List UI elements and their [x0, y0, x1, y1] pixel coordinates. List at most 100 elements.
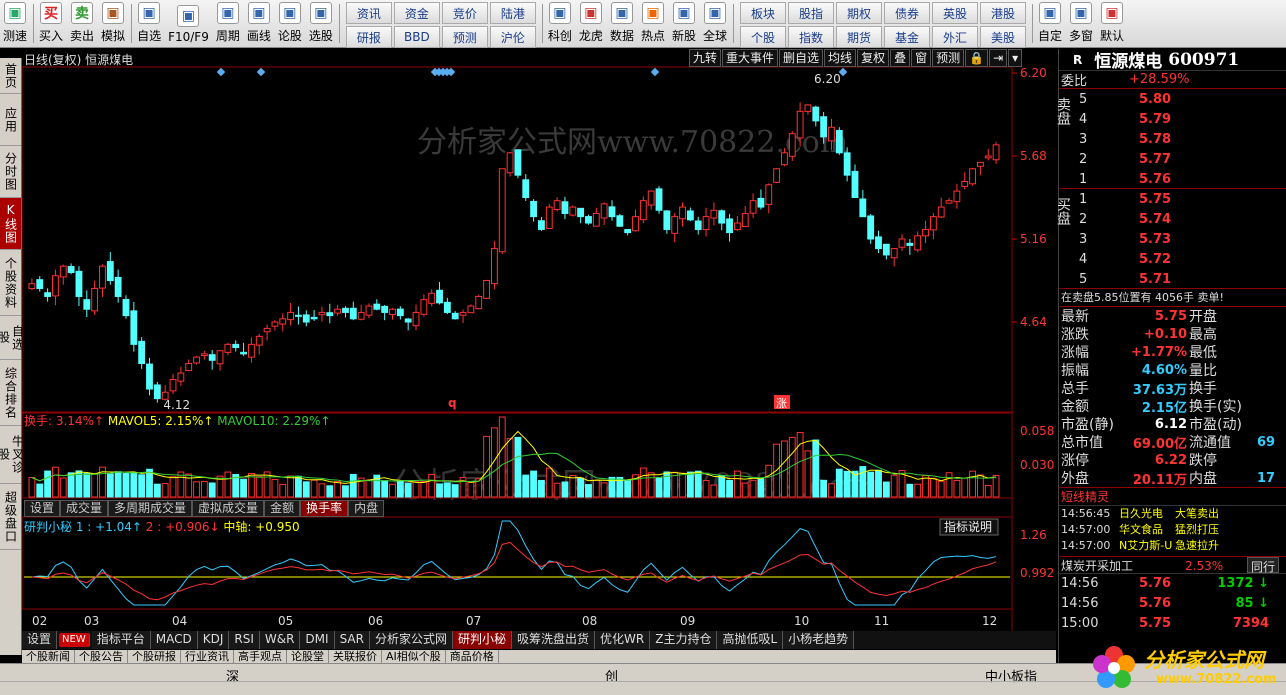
indicator-tab-15[interactable]: 小杨老趋势	[783, 631, 855, 649]
toolbar-btn-5[interactable]: ▣ F10/F9	[165, 0, 213, 47]
toolbar-grid-b-item[interactable]: 个股	[740, 26, 786, 48]
vol-tab-5[interactable]: 换手率	[300, 500, 349, 517]
toolbar-grid-b-item[interactable]: 股指	[788, 2, 834, 24]
toolbar-right-btn-1[interactable]: ▣ 多窗	[1066, 0, 1097, 47]
status-zxb[interactable]: 中小板指	[985, 666, 1037, 685]
left-tab-5[interactable]: 自选股	[0, 316, 25, 360]
toolbar-mid-btn-5[interactable]: ▣ 全球	[700, 0, 731, 47]
indicator-tab-6[interactable]: W&R	[259, 631, 301, 649]
toolbar-btn-2[interactable]: 卖卖出	[67, 0, 98, 47]
left-tab-0[interactable]: 首页	[0, 58, 21, 94]
toolbar-grid-a-item[interactable]: 陆港	[489, 2, 536, 24]
toolbar-grid-b-item[interactable]: 指数	[788, 26, 834, 48]
vol-tab-6[interactable]: 内盘	[348, 500, 385, 517]
toolbar-btn-4[interactable]: ▣ 自选	[134, 0, 165, 47]
indicator-tab-9[interactable]: 分析家公式网	[369, 631, 453, 649]
toolbar-right-btn-0[interactable]: ▣ 自定	[1035, 0, 1066, 47]
toolbar-mid-btn-4[interactable]: ▣ 新股	[669, 0, 700, 47]
toolbar-grid-b-item[interactable]: 外汇	[932, 26, 978, 48]
chart-tool-5[interactable]: 叠	[890, 49, 911, 67]
chart-tool-9[interactable]: ⇥	[989, 49, 1008, 67]
chart-tool-10[interactable]: ▾	[1008, 49, 1023, 67]
ask-book-row[interactable]: 4 5.79	[1079, 109, 1171, 129]
chart-tool-1[interactable]: 重大事件	[722, 49, 779, 67]
toolbar-mid-btn-3[interactable]: ▣ 热点	[638, 0, 669, 47]
left-tab-7[interactable]: 牛叉诊股	[0, 426, 25, 484]
toolbar-grid-b-item[interactable]: 期货	[836, 26, 882, 48]
toolbar-btn-7[interactable]: ▣ 画线	[244, 0, 275, 47]
toolbar-btn-3[interactable]: ▣ 模拟	[98, 0, 129, 47]
bid-book-row[interactable]: 1 5.75	[1079, 189, 1171, 209]
ask-book-row[interactable]: 1 5.76	[1079, 169, 1171, 189]
toolbar-mid-btn-0[interactable]: ▣ 科创	[545, 0, 576, 47]
event-diamond-icon[interactable]	[650, 67, 660, 77]
ask-book-row[interactable]: 5 5.80	[1079, 89, 1171, 109]
indicator-tab-7[interactable]: DMI	[300, 631, 335, 649]
left-tab-6[interactable]: 综合排名	[0, 360, 21, 426]
sprite-row[interactable]: 14:57:00 华文食品 猛烈打压	[1059, 522, 1286, 538]
news-tab-7[interactable]: AI相似个股	[382, 650, 446, 663]
toolbar-btn-9[interactable]: ▣ 选股	[306, 0, 337, 47]
toolbar-grid-a-item[interactable]: BBD	[393, 26, 440, 48]
left-tab-4[interactable]: 个股资料	[0, 250, 21, 316]
event-diamond-icon[interactable]	[216, 67, 226, 77]
bid-book-row[interactable]: 5 5.71	[1079, 269, 1171, 289]
chart-tool-6[interactable]: 窗	[911, 49, 932, 67]
news-tab-5[interactable]: 论股堂	[287, 650, 329, 663]
kline-chart[interactable]: 6.205.685.164.64分析家公式网www.70822.com分析家公式…	[22, 49, 1056, 631]
news-tab-8[interactable]: 商品价格	[446, 650, 499, 663]
toolbar-grid-b-item[interactable]: 债券	[884, 2, 930, 24]
indicator-tab-13[interactable]: Z主力持仓	[650, 631, 718, 649]
toolbar-grid-a-item[interactable]: 资金	[393, 2, 440, 24]
toolbar-grid-b-item[interactable]: 板块	[740, 2, 786, 24]
status-shen[interactable]: 深	[226, 666, 239, 685]
indicator-tab-12[interactable]: 优化WR	[595, 631, 651, 649]
toolbar-mid-btn-2[interactable]: ▣ 数据	[607, 0, 638, 47]
news-tab-2[interactable]: 个股研报	[128, 650, 181, 663]
vol-tab-2[interactable]: 多周期成交量	[108, 500, 193, 517]
left-tab-3[interactable]: K线图	[0, 198, 21, 250]
left-tab-2[interactable]: 分时图	[0, 146, 21, 198]
toolbar-grid-b-item[interactable]: 港股	[980, 2, 1026, 24]
ask-book-row[interactable]: 3 5.78	[1079, 129, 1171, 149]
indicator-tab-2[interactable]: 指标平台	[91, 631, 151, 649]
sector-row[interactable]: 煤炭开采加工 2.53% 同行	[1059, 556, 1286, 574]
toolbar-btn-1[interactable]: 买买入	[36, 0, 67, 47]
bid-book-row[interactable]: 3 5.73	[1079, 229, 1171, 249]
toolbar-grid-b-item[interactable]: 期权	[836, 2, 882, 24]
indicator-tab-4[interactable]: KDJ	[197, 631, 230, 649]
chart-tool-2[interactable]: 删自选	[779, 49, 824, 67]
toolbar-grid-b-item[interactable]: 基金	[884, 26, 930, 48]
toolbar-grid-a-item[interactable]: 预测	[441, 26, 488, 48]
toolbar-btn-8[interactable]: ▣ 论股	[275, 0, 306, 47]
vol-tab-3[interactable]: 虚拟成交量	[192, 500, 265, 517]
toolbar-btn-0[interactable]: ▣ 测速	[0, 0, 31, 47]
indicator-tab-0[interactable]: 设置	[22, 631, 58, 649]
chart-tool-4[interactable]: 复权	[857, 49, 890, 67]
news-tab-3[interactable]: 行业资讯	[181, 650, 234, 663]
toolbar-grid-b-item[interactable]: 美股	[980, 26, 1026, 48]
toolbar-grid-a-item[interactable]: 竞价	[441, 2, 488, 24]
indicator-tab-10[interactable]: 研判小秘	[452, 631, 512, 649]
toolbar-grid-a-item[interactable]: 沪伦	[489, 26, 536, 48]
chart-tool-0[interactable]: 九转	[689, 49, 722, 67]
chart-tool-7[interactable]: 预测	[932, 49, 965, 67]
chart-tool-3[interactable]: 均线	[824, 49, 857, 67]
indicator-tab-8[interactable]: SAR	[334, 631, 370, 649]
bid-book-row[interactable]: 2 5.74	[1079, 209, 1171, 229]
news-tab-6[interactable]: 关联报价	[329, 650, 382, 663]
left-tab-8[interactable]: 超级盘口	[0, 484, 21, 550]
toolbar-grid-a-item[interactable]: 研报	[345, 26, 392, 48]
vol-tab-1[interactable]: 成交量	[60, 500, 109, 517]
vol-tab-0[interactable]: 设置	[24, 500, 61, 517]
left-tab-1[interactable]: 应用	[0, 94, 21, 146]
news-tab-4[interactable]: 高手观点	[234, 650, 287, 663]
toolbar-grid-a-item[interactable]: 资讯	[345, 2, 392, 24]
chart-tool-8[interactable]: 🔒	[965, 49, 989, 67]
indicator-tab-3[interactable]: MACD	[150, 631, 198, 649]
sector-tab[interactable]: 同行	[1247, 557, 1280, 574]
toolbar-right-btn-2[interactable]: ▣ 默认	[1097, 0, 1128, 47]
sprite-row[interactable]: 14:56:45 日久光电 大笔卖出	[1059, 506, 1286, 522]
toolbar-grid-b-item[interactable]: 英股	[932, 2, 978, 24]
status-chuang[interactable]: 创	[605, 666, 618, 685]
